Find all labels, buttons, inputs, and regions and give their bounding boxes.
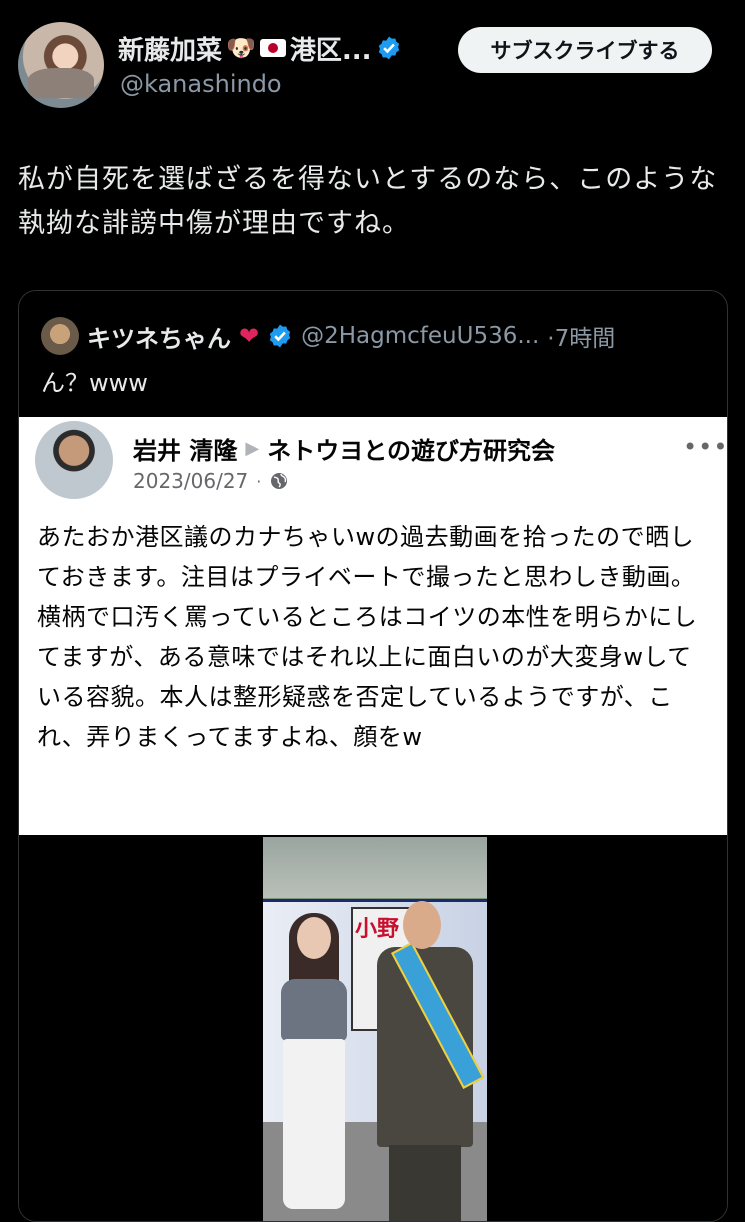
post-text: 私が自死を選ばざるを得ないとするのなら、このような執拗な誹謗中傷が理由ですね。 — [18, 164, 718, 239]
author-handle[interactable]: @kanashindo — [120, 70, 282, 98]
video-thumbnail[interactable]: 小野 — [19, 835, 727, 1221]
dog-face-icon: 🐶 — [226, 34, 256, 62]
quoted-post-text: ん？www — [41, 369, 148, 397]
fb-post-body: あたおか港区議のカナちゃいwの過去動画を拾ったので晒しておきます。注目はプライベ… — [37, 523, 698, 751]
fb-separator: · — [256, 471, 262, 491]
quoted-post-time[interactable]: ·7時間 — [547, 319, 615, 353]
fb-author-avatar — [35, 421, 113, 499]
fb-group-name: ネトウヨとの遊び方研究会 — [267, 437, 555, 465]
author-name-row[interactable]: 新藤加菜 🐶 港区... — [118, 30, 402, 66]
fb-name-row: 岩井 清隆 ▶ ネトウヨとの遊び方研究会 — [133, 431, 555, 466]
person-woman — [269, 913, 355, 1217]
fb-arrow-icon: ▶ — [245, 438, 260, 459]
quoted-post-header: キツネちゃん ❤ @2HagmcfeuU536... ·7時間 — [41, 316, 721, 356]
author-name-suffix[interactable]: 港区... — [290, 30, 372, 67]
person-man — [369, 901, 485, 1221]
quoted-author-display-name[interactable]: キツネちゃん — [87, 319, 231, 354]
quoted-post[interactable]: キツネちゃん ❤ @2HagmcfeuU536... ·7時間 ん？www 岩井… — [18, 290, 728, 1222]
fb-author-name: 岩井 清隆 — [133, 437, 238, 465]
japan-flag-icon — [259, 39, 286, 57]
subscribe-button[interactable]: サブスクライブする — [458, 27, 712, 73]
verified-badge-icon — [378, 36, 399, 60]
globe-icon — [271, 473, 288, 489]
red-heart-icon: ❤ — [239, 322, 260, 350]
verified-badge-icon — [269, 324, 291, 348]
more-options-icon: ••• — [683, 433, 728, 461]
quoted-author-avatar[interactable] — [41, 317, 79, 355]
fb-date-row: 2023/06/27 · — [133, 469, 289, 493]
author-display-name[interactable]: 新藤加菜 — [118, 30, 222, 67]
facebook-screenshot: 岩井 清隆 ▶ ネトウヨとの遊び方研究会 2023/06/27 · ••• あた… — [19, 417, 727, 835]
fb-post-date: 2023/06/27 — [133, 469, 249, 493]
author-avatar[interactable] — [18, 22, 104, 108]
video-frame: 小野 — [263, 837, 487, 1221]
post-header: 新藤加菜 🐶 港区... @kanashindo サブスクライブする — [0, 0, 745, 130]
quoted-author-handle[interactable]: @2HagmcfeuU536... — [301, 323, 539, 349]
